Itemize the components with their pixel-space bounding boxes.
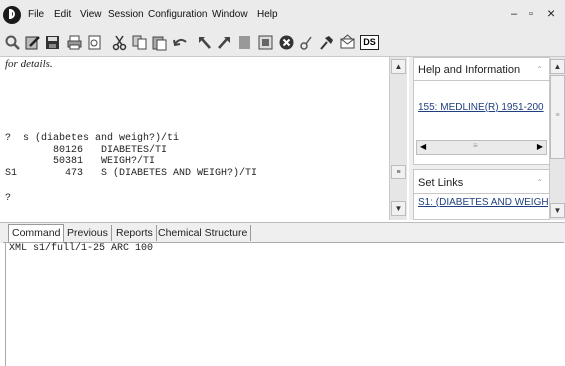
toolbar: DS [0,30,565,57]
menu-view[interactable]: View [80,9,102,20]
side-panel: Help and Information ⌃ 155: MEDLINE(R) 1… [409,57,550,220]
pin-icon[interactable] [318,34,335,51]
app-logo-icon [3,6,21,24]
scroll-down-button[interactable]: ▼ [550,203,565,218]
menu-help[interactable]: Help [257,9,278,20]
menu-session[interactable]: Session [108,9,144,20]
menu-configuration[interactable]: Configuration [148,9,207,20]
menu-window[interactable]: Window [212,9,248,20]
window-icon[interactable] [257,34,274,51]
preview-icon[interactable] [86,34,103,51]
help-info-title: Help and Information [418,64,521,76]
ds-icon[interactable]: DS [360,35,379,50]
save-icon[interactable] [44,34,61,51]
tab-bar: Command Previous Reports Chemical Struct… [0,222,565,243]
back-icon[interactable] [196,34,213,51]
close-button[interactable]: × [547,5,555,21]
tab-chemical-structure[interactable]: Chemical Structure [155,225,252,241]
output-line: ? [5,193,12,204]
help-database-link[interactable]: 155: MEDLINE(R) 1951-200 [418,102,546,113]
output-line: ? s (diabetes and weigh?)/ti [5,133,180,144]
scroll-right-icon[interactable]: ▶ [537,142,543,151]
collapse-icon[interactable]: ⌃ [536,178,543,187]
set-links-panel: Set Links ⌃ S1: (DIABETES AND WEIGH [413,169,550,220]
help-hscrollbar[interactable]: ◀ ≡ ▶ [416,140,547,155]
paste-icon[interactable] [151,34,168,51]
set-links-title: Set Links [418,177,464,189]
scroll-left-icon[interactable]: ◀ [420,142,426,151]
output-pane[interactable]: for details. ? s (diabetes and weigh?)/t… [3,57,389,220]
edit-icon[interactable] [24,34,41,51]
output-scrollbar[interactable]: ▲ ≡ ▼ [389,57,407,220]
scroll-down-button[interactable]: ▼ [391,201,406,216]
scroll-thumb[interactable]: ≡ [391,165,406,179]
maximize-button[interactable]: ▫ [529,8,533,20]
scroll-up-button[interactable]: ▲ [391,59,406,74]
print-icon[interactable] [66,34,83,51]
command-input[interactable]: XML s1/full/1-25 ARC 100 [3,242,564,366]
redo-icon[interactable] [216,34,233,51]
key-icon[interactable] [298,34,315,51]
menu-bar: File Edit View Session Configuration Win… [0,0,565,30]
menu-edit[interactable]: Edit [54,9,71,20]
tab-reports[interactable]: Reports [113,225,157,241]
output-details-text: for details. [5,58,53,70]
mail-icon[interactable] [339,34,356,51]
scroll-thumb-grip[interactable]: ≡ [473,141,478,150]
collapse-icon[interactable]: ⌃ [536,65,543,74]
stop-icon[interactable] [278,34,295,51]
menu-file[interactable]: File [28,9,44,20]
search-icon[interactable] [4,34,21,51]
undo-icon[interactable] [172,34,189,51]
output-line: S1 473 S (DIABETES AND WEIGH?)/TI [5,168,258,179]
output-line: 80126 DIABETES/TI [5,145,168,156]
scroll-thumb[interactable]: ≡ [550,75,565,159]
pause-icon[interactable] [236,34,253,51]
output-line: 50381 WEIGH?/TI [5,156,156,167]
command-text[interactable]: XML s1/full/1-25 ARC 100 [9,243,153,254]
cut-icon[interactable] [111,34,128,51]
tab-previous[interactable]: Previous [64,225,112,241]
tab-command[interactable]: Command [8,224,65,243]
side-scrollbar[interactable]: ▲ ≡ ▼ [549,57,565,220]
copy-icon[interactable] [131,34,148,51]
minimize-button[interactable]: – [511,8,517,20]
help-info-panel: Help and Information ⌃ 155: MEDLINE(R) 1… [413,57,550,165]
scroll-up-button[interactable]: ▲ [550,59,565,74]
set-link-s1[interactable]: S1: (DIABETES AND WEIGH [418,197,548,208]
